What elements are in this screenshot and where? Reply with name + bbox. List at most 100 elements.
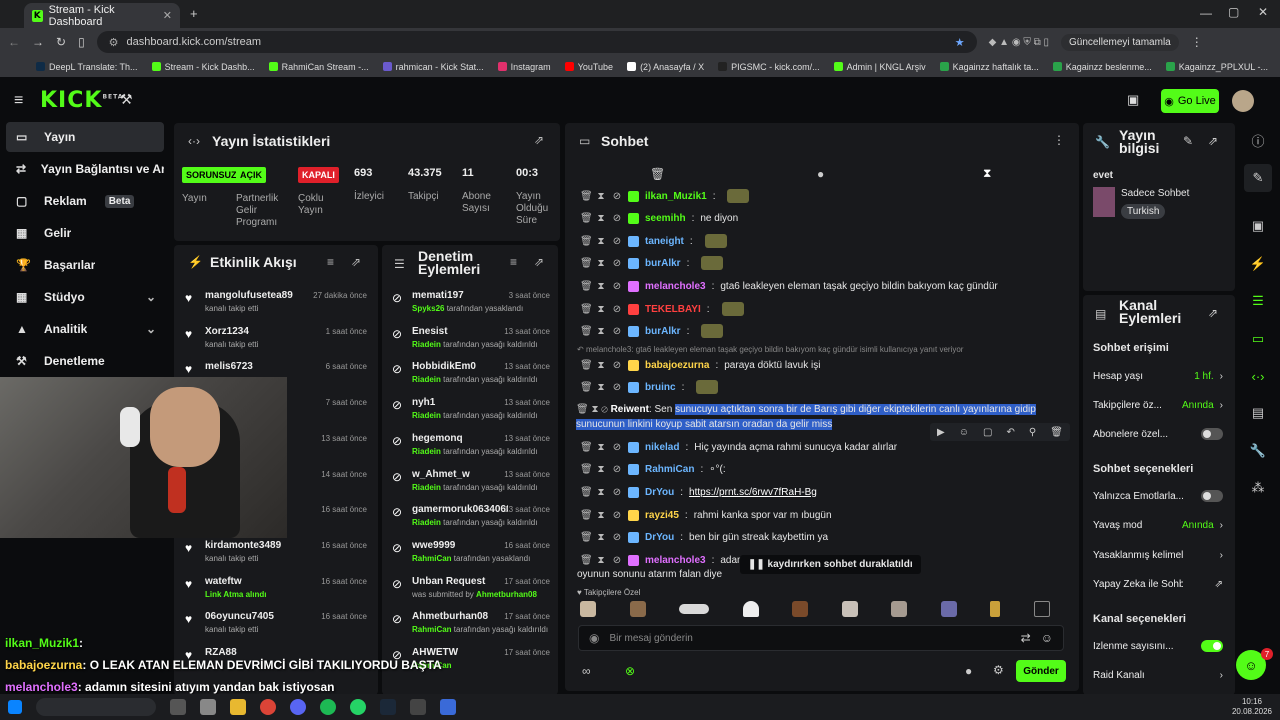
ban-icon[interactable]: ⊘ (612, 487, 622, 498)
stats-icon[interactable]: ‹·› (1244, 362, 1272, 390)
delete-icon[interactable]: 🗑 (580, 236, 593, 247)
ban-icon[interactable]: ⊘ (612, 258, 622, 269)
explorer-icon[interactable] (230, 699, 246, 715)
task-view-icon[interactable] (170, 699, 186, 715)
timeout-icon[interactable]: ⧗ (596, 360, 606, 371)
edit-pencil-icon[interactable]: ✎ (1183, 134, 1193, 148)
hammer-icon[interactable]: ⚒ (120, 91, 133, 108)
bookmark-item[interactable]: YouTube (564, 62, 613, 72)
channel-setting-row[interactable]: Takipçilere öz... Anında › (1093, 395, 1223, 415)
chat-message[interactable]: 🗑 ⧗ ⊘ burAlkr: (580, 253, 1070, 273)
browser-tab[interactable]: K Stream - Kick Dashboard ✕ (24, 3, 180, 28)
emote-icon[interactable] (940, 601, 957, 617)
lightning-icon[interactable]: ⚡ (1244, 250, 1272, 278)
chat-message[interactable]: 🗑 ⧗ ⊘ rayzi45: rahmi kanka spor var m ıbugün (580, 505, 1070, 525)
channel-setting-row[interactable]: Yasaklanmış kelimeler › (1093, 545, 1223, 565)
timeout-icon[interactable]: ⧗ (596, 213, 606, 224)
ban-icon[interactable]: ⊘ (612, 213, 622, 224)
timeout-icon[interactable]: ⧗ (596, 382, 606, 393)
chat-message[interactable]: 🗑 ⧗ ⊘ seemihh: ne diyon (580, 208, 1070, 228)
moderation-item[interactable]: ⊘ Unban Request was submitted by Ahmetburh… (392, 575, 552, 609)
chat-username[interactable]: TEKELBAYI (645, 304, 701, 315)
chat-menu-icon[interactable]: ⋮ (1053, 133, 1065, 147)
popout-icon[interactable]: ⇗ (534, 255, 544, 269)
bookmark-item[interactable]: Kagainzz beslenme... (1052, 62, 1152, 72)
bookmark-star-icon[interactable]: ★ (955, 36, 965, 49)
chat-message[interactable]: 🗑 ⧗ ⊘ melanchole3: gta6 leakleyen eleman taş… (580, 276, 1070, 296)
emote-icon[interactable] (891, 601, 908, 617)
timeout-icon[interactable]: ⧗ (596, 442, 606, 453)
address-bar[interactable]: ⚙ dashboard.kick.com/stream ★ (96, 31, 977, 53)
translate-icon[interactable]: ⇄ (1021, 631, 1031, 645)
activity-item[interactable]: ♥ kirdamonte3489 kanalı takip etti 16 saat … (183, 539, 373, 573)
ban-icon[interactable]: ⊘ (612, 464, 622, 475)
moderation-item[interactable]: ⊘ wwe9999 RahmiCan tarafından yasaklandı 16… (392, 539, 552, 573)
whatsapp-icon[interactable] (350, 699, 366, 715)
nav-item-studio[interactable]: ▦ Stüdyo ⌄ (6, 282, 164, 312)
activity-item[interactable]: ♥ wateftw Link Atma alındı 16 saat önce (183, 575, 373, 609)
timeout-icon[interactable]: ⧗ (596, 191, 606, 202)
setting-toggle[interactable] (1201, 640, 1223, 652)
chevron-down-icon[interactable]: ⌄ (146, 322, 156, 336)
ban-icon[interactable]: ⊘ (612, 555, 622, 566)
filter-icon[interactable]: ≡ (327, 255, 334, 269)
bookmark-item[interactable]: RahmiCan Stream -... (268, 62, 369, 72)
clock[interactable]: 10:16 20.08.2026 (1232, 697, 1272, 717)
new-tab-icon[interactable]: + (190, 6, 198, 21)
kick-logo[interactable]: KICKBETA (40, 88, 123, 113)
chat-username[interactable]: melanchole3 (645, 555, 706, 566)
card-icon[interactable]: ▣ (1244, 212, 1272, 240)
restore-icon[interactable]: ▢ (1228, 5, 1239, 19)
chat-message[interactable]: 🗑 ⧗ ⊘ ilkan_Muzik1: (580, 186, 1070, 206)
chat-message[interactable]: 🗑 ⧗ ⊘ burAlkr: (580, 321, 1070, 341)
window-close-icon[interactable]: ✕ (1258, 5, 1268, 19)
chrome-icon[interactable] (260, 699, 276, 715)
bookmark-item[interactable]: rahmican - Kick Stat... (382, 62, 484, 72)
extensions-icon[interactable]: ◆ ▲ ◉ ⛨ ⧉ ▯ (989, 37, 1049, 48)
sidebar-icon[interactable]: ▯ (78, 35, 85, 49)
bookmark-item[interactable]: Stream - Kick Dashb... (151, 62, 255, 72)
chat-icon[interactable]: ▭ (1244, 325, 1272, 353)
chat-username[interactable]: burAlkr (645, 258, 681, 269)
app-icon[interactable] (440, 699, 456, 715)
update-button[interactable]: Güncellemeyi tamamla (1061, 33, 1179, 51)
channel-setting-row[interactable]: Abonelere özel... (1093, 424, 1223, 444)
bookmark-item[interactable]: DeepL Translate: Th... (36, 62, 138, 72)
moderation-item[interactable]: ⊘ Ahmetburhan08 RahmiCan tarafından yasağı… (392, 610, 552, 644)
chat-username[interactable]: bruinc (645, 382, 676, 393)
channel-setting-row[interactable]: Yapay Zeka ile Sohbet... ⇗ (1093, 575, 1223, 595)
chat-tab-icon[interactable]: ● (817, 167, 824, 181)
delete-icon[interactable]: 🗑 (580, 510, 593, 521)
trash-tab-icon[interactable]: 🗑 (650, 167, 665, 181)
edit-icon[interactable]: ✎ (1244, 164, 1272, 192)
ban-icon[interactable]: ⊘ (612, 236, 622, 247)
timeout-icon[interactable]: ⧗ (596, 281, 606, 292)
wrench-icon[interactable]: 🔧 (1244, 437, 1272, 465)
delete-icon[interactable]: 🗑 (580, 487, 593, 498)
timeout-icon[interactable]: ⧗ (596, 258, 606, 269)
copy-icon[interactable]: ▢ (983, 427, 992, 438)
delete-icon[interactable]: 🗑 (580, 213, 593, 224)
info-icon[interactable]: ⓘ (1244, 126, 1272, 154)
spotify-icon[interactable] (320, 699, 336, 715)
moderation-item[interactable]: ⊘ nyh1 Riadein tarafından yasağı kaldırıld… (392, 396, 552, 430)
timeout-icon[interactable]: ⧗ (596, 304, 606, 315)
nav-item-analytics[interactable]: ▲ Analitik ⌄ (6, 314, 164, 344)
bookmark-item[interactable]: PIGSMC - kick.com/... (718, 62, 820, 72)
avatar[interactable] (1232, 90, 1254, 112)
chat-bubble-icon[interactable]: ● (965, 664, 972, 678)
steam-icon[interactable] (380, 699, 396, 715)
ban-icon[interactable]: ⊘ (612, 191, 622, 202)
minimize-icon[interactable]: — (1200, 6, 1212, 20)
chat-message[interactable]: 🗑 ⧗ ⊘ RahmiCan: ∘°(: (580, 459, 1070, 479)
ban-icon[interactable]: ⊘ (612, 304, 622, 315)
chat-username[interactable]: DrYou (645, 487, 674, 498)
setting-toggle[interactable] (1201, 428, 1223, 440)
reload-icon[interactable]: ↻ (56, 35, 66, 49)
timeout-icon[interactable]: ⧗ (596, 236, 606, 247)
chat-username[interactable]: babajoezurna (645, 360, 709, 371)
chat-username[interactable]: rayzi45 (645, 510, 679, 521)
bookmark-item[interactable]: Instagram (497, 62, 551, 72)
ban-icon[interactable]: ⊘ (612, 326, 622, 337)
go-live-button[interactable]: ◉ Go Live (1161, 89, 1219, 113)
